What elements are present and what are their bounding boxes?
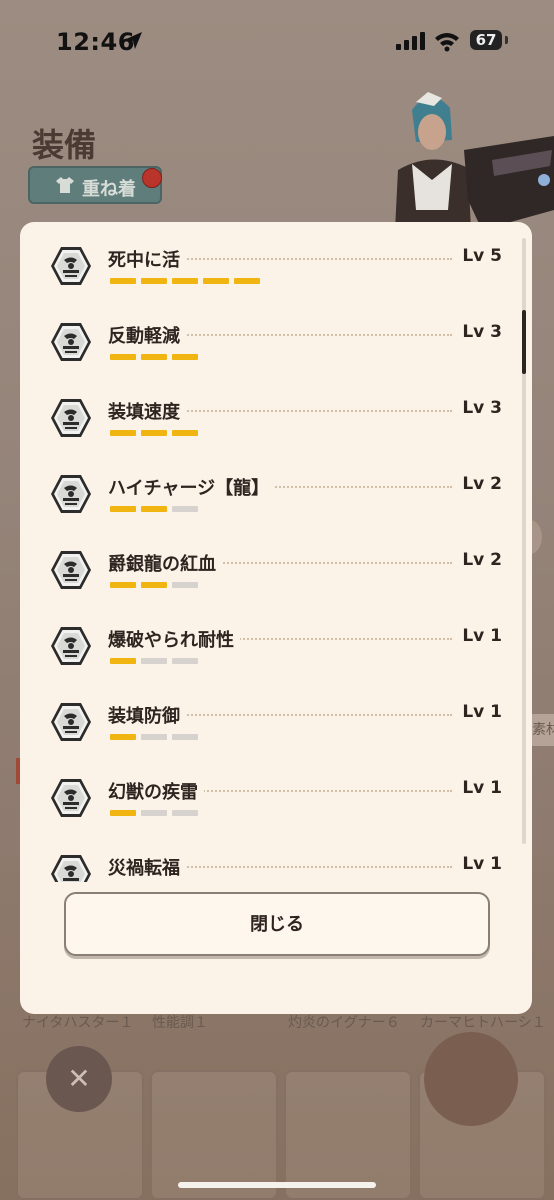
level-segment-filled	[141, 430, 167, 436]
level-segment-empty	[141, 658, 167, 664]
battery-tip	[505, 36, 508, 44]
skill-level: Lv 1	[456, 854, 502, 874]
level-segment-empty	[172, 506, 198, 512]
location-arrow-icon	[126, 32, 142, 49]
skill-badge-icon	[50, 854, 92, 882]
skill-row[interactable]: 災禍転福 Lv 1	[20, 842, 532, 882]
level-segment-filled	[110, 278, 136, 284]
close-button[interactable]: 閉じる	[64, 892, 490, 956]
skill-level: Lv 1	[456, 702, 502, 722]
home-indicator[interactable]	[178, 1182, 376, 1188]
skill-row[interactable]: 装填防御 Lv 1	[20, 690, 532, 766]
background-slot-label: 灼炎のイグナー６	[288, 1015, 400, 1031]
level-segment-empty	[141, 810, 167, 816]
skill-name: 反動軽減	[108, 322, 186, 348]
battery-indicator: 67	[470, 30, 502, 50]
skill-level: Lv 1	[456, 626, 502, 646]
skill-badge-icon	[50, 626, 92, 666]
skill-level: Lv 1	[456, 778, 502, 798]
level-segment-filled	[110, 430, 136, 436]
skill-list-modal: 死中に活 Lv 5 反動軽減 Lv 3 装填速度 Lv 3 ハイチャージ【龍】 Lv 2 爵銀龍…	[20, 222, 532, 1014]
skill-badge-icon	[50, 702, 92, 742]
level-segment-filled	[172, 430, 198, 436]
level-segment-filled	[141, 582, 167, 588]
level-segment-filled	[110, 354, 136, 360]
background-equipment-slot	[284, 1070, 412, 1200]
skill-level: Lv 3	[456, 322, 502, 342]
skill-name: 爵銀龍の紅血	[108, 550, 222, 576]
level-segment-empty	[172, 810, 198, 816]
skill-row[interactable]: 反動軽減 Lv 3	[20, 310, 532, 386]
skill-badge-icon	[50, 474, 92, 514]
signal-icon	[396, 32, 425, 50]
background-slot-label: ナイタハスター１	[22, 1015, 134, 1031]
level-segment-filled	[110, 582, 136, 588]
level-segment-filled	[203, 278, 229, 284]
background-slot-label: カーマヒトハーシ１	[420, 1015, 546, 1031]
skill-name: 装填防御	[108, 702, 186, 728]
level-segment-filled	[110, 658, 136, 664]
skill-row[interactable]: ハイチャージ【龍】 Lv 2	[20, 462, 532, 538]
level-segment-filled	[141, 354, 167, 360]
background-slot-label: 性能調１	[152, 1015, 208, 1031]
level-segment-filled	[110, 506, 136, 512]
skill-list[interactable]: 死中に活 Lv 5 反動軽減 Lv 3 装填速度 Lv 3 ハイチャージ【龍】 Lv 2 爵銀龍…	[20, 222, 532, 882]
level-segment-empty	[141, 734, 167, 740]
skill-row[interactable]: 装填速度 Lv 3	[20, 386, 532, 462]
level-segment-empty	[172, 582, 198, 588]
background-equipment-slot	[150, 1070, 278, 1200]
skill-badge-icon	[50, 778, 92, 818]
background-mascot-icon	[424, 1032, 518, 1126]
level-segment-filled	[141, 278, 167, 284]
skill-badge-icon	[50, 246, 92, 286]
skill-name: 災禍転福	[108, 854, 186, 880]
scrollbar-thumb[interactable]	[522, 310, 526, 374]
skill-row[interactable]: 幻獣の疾雷 Lv 1	[20, 766, 532, 842]
skill-row[interactable]: 爆破やられ耐性 Lv 1	[20, 614, 532, 690]
status-bar: 12:46 67	[0, 0, 554, 84]
skill-level: Lv 3	[456, 398, 502, 418]
skill-name: 死中に活	[108, 246, 186, 272]
level-segment-filled	[110, 810, 136, 816]
wifi-icon	[435, 33, 459, 52]
skill-row[interactable]: 死中に活 Lv 5	[20, 234, 532, 310]
notification-dot	[142, 168, 162, 188]
level-segment-empty	[172, 658, 198, 664]
skill-row[interactable]: 爵銀龍の紅血 Lv 2	[20, 538, 532, 614]
skill-badge-icon	[50, 550, 92, 590]
skill-name: 爆破やられ耐性	[108, 626, 240, 652]
skill-name: 幻獣の疾雷	[108, 778, 204, 804]
shirt-icon	[56, 177, 74, 193]
skill-level: Lv 5	[456, 246, 502, 266]
level-segment-filled	[141, 506, 167, 512]
skill-badge-icon	[50, 398, 92, 438]
level-segment-filled	[234, 278, 260, 284]
layered-armor-button[interactable]: 重ね着	[28, 166, 162, 204]
level-segment-filled	[110, 734, 136, 740]
skill-name: ハイチャージ【龍】	[108, 474, 276, 500]
skill-level: Lv 2	[456, 550, 502, 570]
level-segment-filled	[172, 354, 198, 360]
level-segment-empty	[172, 734, 198, 740]
page-title: 装備	[32, 126, 97, 164]
layered-armor-label: 重ね着	[82, 179, 136, 200]
skill-badge-icon	[50, 322, 92, 362]
skill-name: 装填速度	[108, 398, 186, 424]
skill-level: Lv 2	[456, 474, 502, 494]
level-segment-filled	[172, 278, 198, 284]
background-close-icon: ✕	[46, 1046, 112, 1112]
